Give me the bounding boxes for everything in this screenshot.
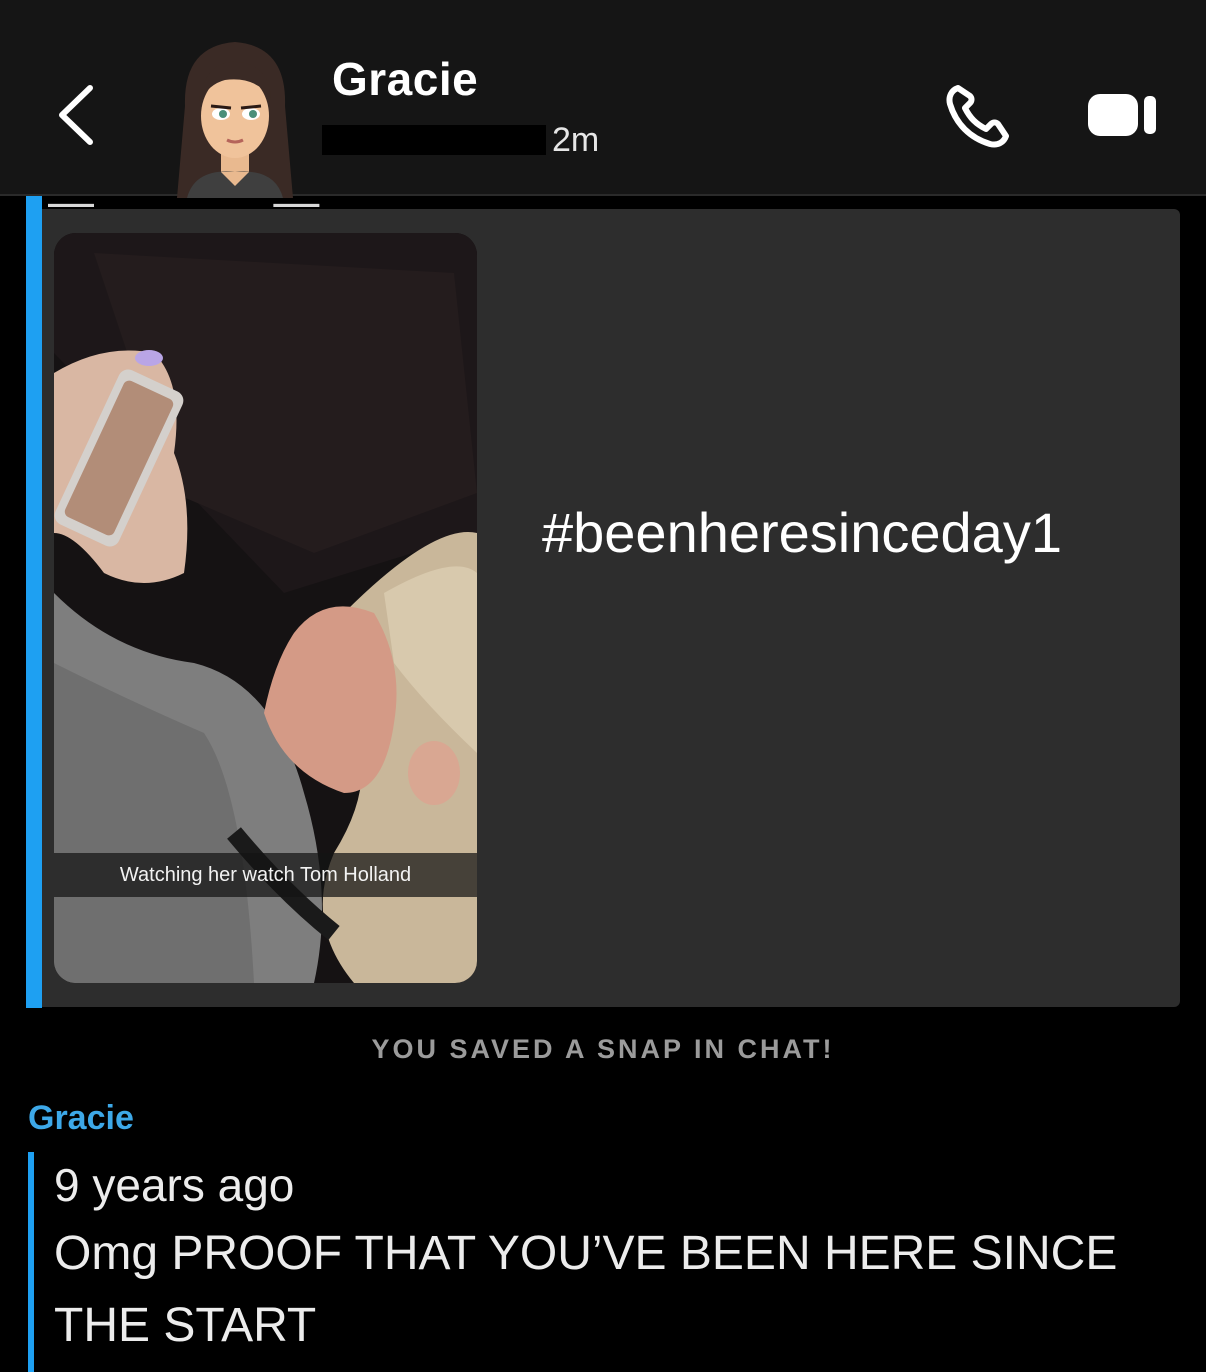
- status-row: 2m: [322, 120, 599, 160]
- message-text[interactable]: Omg PROOF THAT YOU’VE BEEN HERE SINCE TH…: [54, 1218, 1174, 1362]
- snap-caption: Watching her watch Tom Holland: [54, 853, 477, 897]
- saved-snap-notice: YOU SAVED A SNAP IN CHAT!: [371, 1034, 835, 1064]
- redaction-bar: [322, 125, 546, 155]
- back-button[interactable]: [50, 80, 110, 150]
- message-timestamp: 9 years ago: [54, 1159, 295, 1211]
- contact-name[interactable]: Gracie: [332, 52, 478, 106]
- chat-screen: — — Gracie 2m Watching her watch Tom Hol…: [0, 0, 1206, 1372]
- snap-hashtag-text: #beenheresinceday1: [542, 501, 1062, 564]
- message-sender-name: Gracie: [28, 1099, 134, 1137]
- bitmoji-avatar[interactable]: [165, 36, 305, 198]
- call-button[interactable]: [944, 80, 1014, 150]
- chevron-left-icon: [59, 85, 93, 145]
- video-call-button[interactable]: [1086, 90, 1160, 140]
- last-active-time: 2m: [552, 120, 600, 159]
- chat-header: Gracie 2m: [0, 0, 1206, 198]
- video-camera-icon: [1088, 94, 1156, 136]
- snap-thumbnail[interactable]: Watching her watch Tom Holland: [54, 233, 477, 983]
- quote-indicator-bar: [26, 196, 42, 1008]
- phone-icon: [946, 85, 1009, 148]
- message-sender-bar: [28, 1152, 34, 1372]
